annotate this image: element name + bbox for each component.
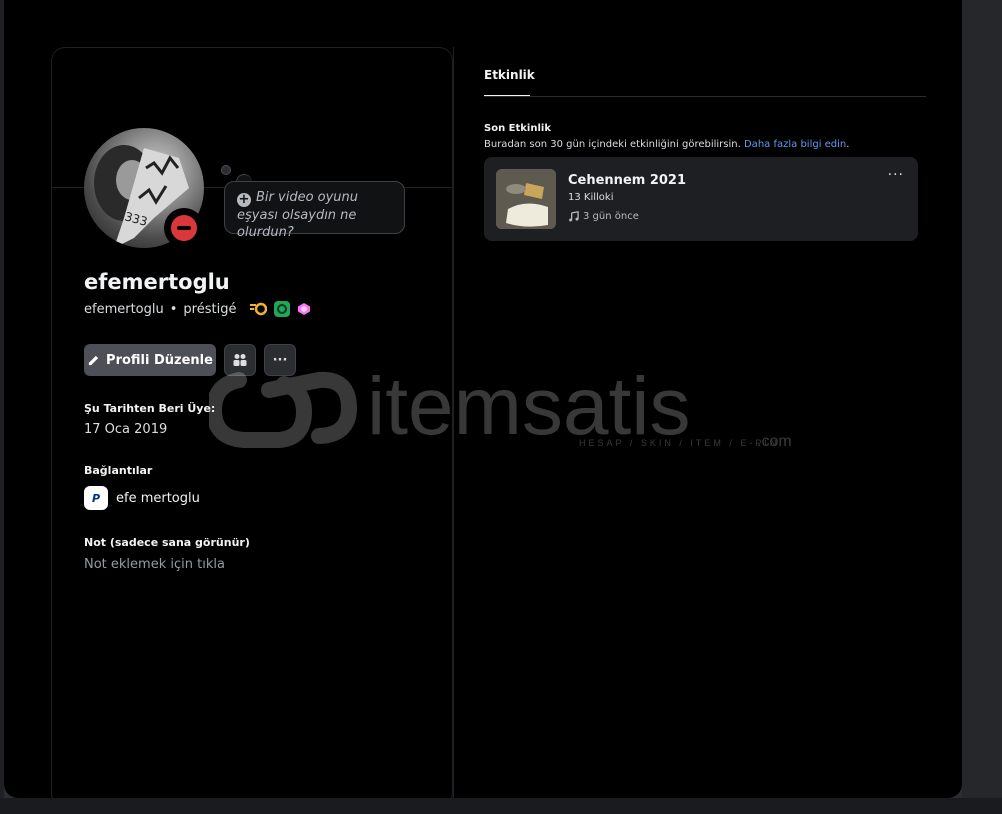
backdrop-bottom <box>0 798 1002 814</box>
do-not-disturb-icon <box>171 215 197 241</box>
recent-activity-title: Son Etkinlik <box>484 123 551 134</box>
member-since-label: Şu Tarihten Beri Üye: <box>84 402 216 415</box>
activity-thumbnail <box>496 169 556 229</box>
connections-label: Bağlantılar <box>84 464 153 477</box>
tab-activity[interactable]: Etkinlik <box>484 68 535 82</box>
hypesquad-badge-icon[interactable] <box>248 301 268 317</box>
pencil-icon <box>88 355 99 365</box>
member-since-value: 17 Oca 2019 <box>84 422 168 437</box>
add-status-icon: + <box>237 192 251 207</box>
bubble-dot <box>221 165 231 175</box>
tab-bar-divider <box>484 96 926 97</box>
activity-card[interactable]: Cehennem 2021 13 Killoki 3 gün önce ··· <box>484 157 918 241</box>
activity-artist: 13 Killoki <box>568 192 614 203</box>
boost-badge-icon[interactable] <box>296 301 312 317</box>
watermark-tagline: HESAP / SKIN / ITEM / E-PIN <box>579 438 779 448</box>
username: efemertoglu <box>84 301 164 317</box>
profile-modal: 333 + Bir video oyunu eşyası olsaydın ne … <box>4 0 962 798</box>
edit-profile-label: Profili Düzenle <box>106 352 213 368</box>
learn-more-link[interactable]: Daha fazla bilgi edin <box>744 139 846 150</box>
connection-paypal-name[interactable]: efe mertoglu <box>116 491 200 506</box>
display-name: efemertoglu <box>84 270 230 294</box>
activity-time: 3 gün önce <box>568 211 639 222</box>
watermark-domain: .com <box>757 433 792 450</box>
note-input[interactable]: Not eklemek için tıkla <box>84 557 225 572</box>
watermark-brand: itemsatis <box>367 361 691 450</box>
watermark-logo: itemsatis HESAP / SKIN / ITEM / E-PIN .c… <box>205 360 809 452</box>
activity-title: Cehennem 2021 <box>568 173 687 188</box>
recent-desc-text: Buradan son 30 gün içindeki etkinliğini … <box>484 139 741 150</box>
recent-activity-description: Buradan son 30 gün içindeki etkinliğini … <box>484 139 850 150</box>
username-line: efemertoglu • préstigé <box>84 301 312 317</box>
custom-status-placeholder: Bir video oyunu eşyası olsaydın ne olurd… <box>237 190 359 240</box>
custom-status-bubble[interactable]: + Bir video oyunu eşyası olsaydın ne olur… <box>224 181 405 240</box>
edit-profile-button[interactable]: Profili Düzenle <box>84 344 216 376</box>
music-note-icon <box>569 211 579 222</box>
activity-time-text: 3 gün önce <box>583 211 639 222</box>
paypal-icon: P <box>84 486 108 510</box>
pronoun-tag: préstigé <box>183 301 237 317</box>
status-indicator <box>164 208 204 248</box>
activity-more-button[interactable]: ··· <box>888 167 904 183</box>
nitro-badge-icon[interactable] <box>274 301 291 317</box>
note-label: Not (sadece sana görünür) <box>84 536 250 549</box>
separator: • <box>169 301 178 317</box>
backdrop-right <box>962 0 1002 814</box>
